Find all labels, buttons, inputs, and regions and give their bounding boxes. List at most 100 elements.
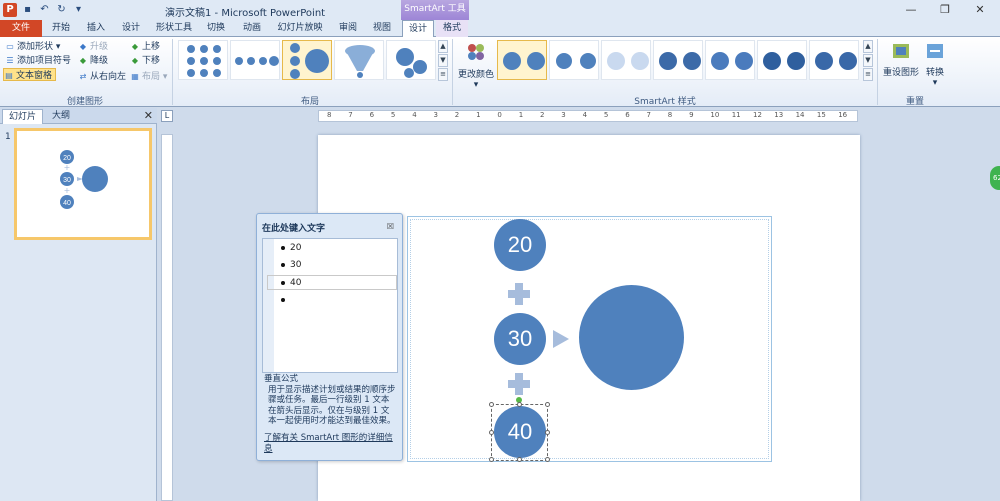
text-pane-item[interactable]: 20 xyxy=(281,241,301,256)
side-badge[interactable]: 62 xyxy=(990,166,1000,190)
resize-handle[interactable] xyxy=(489,402,494,407)
ribbon-tab-bar: 文件 开始 插入 设计 形状工具 切换 动画 幻灯片放映 审阅 视图 设计 格式 xyxy=(0,20,1000,38)
tab-outline[interactable]: 大纲 xyxy=(46,109,76,124)
resize-handle[interactable] xyxy=(545,457,550,462)
style-bevel-icon xyxy=(711,52,753,70)
redo-icon[interactable]: ↻ xyxy=(56,4,67,15)
style-gallery-item-4[interactable] xyxy=(653,40,703,80)
tab-file[interactable]: 文件 xyxy=(0,20,42,37)
layout-horizontal-equation-icon xyxy=(235,56,279,66)
resize-handle[interactable] xyxy=(489,430,494,435)
ruler-tick-label: 13 xyxy=(774,111,784,119)
style-gallery-more[interactable]: ≡ xyxy=(863,68,873,81)
text-pane-item[interactable]: 30 xyxy=(281,258,301,273)
text-pane-button[interactable]: ▤ 文本窗格 xyxy=(3,68,57,81)
resize-handle[interactable] xyxy=(517,457,522,462)
layout-gallery-item-2[interactable] xyxy=(230,40,280,80)
layout-gallery-item-5[interactable] xyxy=(386,40,436,80)
tab-view[interactable]: 视图 xyxy=(366,20,398,37)
minimize-icon[interactable]: — xyxy=(897,2,925,18)
slide-thumbnail-preview: 20 + 30 + 40 xyxy=(60,150,108,209)
smartart-node-20[interactable]: 20 xyxy=(494,219,546,271)
demote-icon: ◆ xyxy=(79,56,87,65)
reset-graphic-button[interactable]: 重设图形 xyxy=(880,40,922,78)
ruler-tick-label: 14 xyxy=(795,111,805,119)
promote-button[interactable]: ◆ 升级 xyxy=(78,40,108,53)
vertical-ruler[interactable] xyxy=(161,134,173,501)
thumb-value-1: 20 xyxy=(63,155,71,162)
layout-gallery-more[interactable]: ≡ xyxy=(438,68,448,81)
style-gallery-scroll-down[interactable]: ▼ xyxy=(863,54,873,67)
style-gallery-item-7[interactable] xyxy=(809,40,859,80)
right-to-left-button[interactable]: ⇄ 从右向左 xyxy=(78,70,126,83)
close-pane-icon[interactable]: ✕ xyxy=(144,109,153,122)
layout-gallery-item-vertical-equation[interactable] xyxy=(282,40,332,80)
tab-insert[interactable]: 插入 xyxy=(80,20,112,37)
learn-more-link[interactable]: 了解有关 SmartArt 图形的详细信息 xyxy=(264,433,396,454)
move-up-button[interactable]: ◆ 上移 xyxy=(130,40,160,53)
convert-button[interactable]: 转换 ▾ xyxy=(922,40,948,88)
tab-slideshow[interactable]: 幻灯片放映 xyxy=(272,20,328,37)
text-pane-editor[interactable]: 20 30 40 xyxy=(262,238,398,373)
ruler-tab-selector[interactable]: L xyxy=(161,110,173,122)
resize-handle[interactable] xyxy=(545,402,550,407)
thumb-value-3: 40 xyxy=(63,200,71,207)
add-bullet-button[interactable]: ☰ 添加项目符号 xyxy=(5,54,71,67)
tab-animations[interactable]: 动画 xyxy=(236,20,268,37)
style-gallery-item-2[interactable] xyxy=(549,40,599,80)
demote-button[interactable]: ◆ 降级 xyxy=(78,54,108,67)
tab-smartart-format[interactable]: 格式 xyxy=(436,20,468,37)
tab-shape-tools[interactable]: 形状工具 xyxy=(150,20,198,37)
tab-smartart-design[interactable]: 设计 xyxy=(402,20,434,38)
resize-handle[interactable] xyxy=(545,430,550,435)
powerpoint-app-icon[interactable]: P xyxy=(3,3,17,17)
move-up-icon: ◆ xyxy=(131,42,139,51)
style-gallery-item-5[interactable] xyxy=(705,40,755,80)
horizontal-ruler[interactable]: 8 7 6 5 4 3 2 1 0 1 2 3 4 5 6 7 8 9 10 11 12 13 14 15 16 xyxy=(318,110,858,122)
quick-access-toolbar: ▪ ↶ ↻ ▾ xyxy=(22,4,84,15)
text-pane-item[interactable] xyxy=(281,293,290,308)
layout-grid-icon xyxy=(187,45,221,77)
text-pane-close-icon[interactable]: ☒ xyxy=(387,222,394,231)
tab-home[interactable]: 开始 xyxy=(45,20,77,37)
text-pane-item-current[interactable]: 40 xyxy=(267,275,397,290)
tab-slides[interactable]: 幻灯片 xyxy=(2,109,44,124)
smartart-result-node[interactable] xyxy=(579,285,684,390)
save-icon[interactable]: ▪ xyxy=(22,4,33,15)
smartart-node-30[interactable]: 30 xyxy=(494,313,546,365)
style-gallery-item-1[interactable] xyxy=(497,40,547,80)
plus-connector-2 xyxy=(508,373,530,395)
style-gallery-item-6[interactable] xyxy=(757,40,807,80)
ruler-tick-label: 12 xyxy=(753,111,762,119)
customize-qat-icon[interactable]: ▾ xyxy=(73,4,84,15)
tab-transitions[interactable]: 切换 xyxy=(200,20,232,37)
layout-button[interactable]: ▦ 布局 ▾ xyxy=(130,70,167,83)
undo-icon[interactable]: ↶ xyxy=(39,4,50,15)
add-bullet-icon: ☰ xyxy=(6,56,14,65)
layout-gallery-scroll-down[interactable]: ▼ xyxy=(438,54,448,67)
text-pane-icon: ▤ xyxy=(5,71,13,80)
smartart-styles-group-label: SmartArt 样式 xyxy=(634,97,696,107)
maximize-icon[interactable]: ❐ xyxy=(931,2,959,18)
resize-handle[interactable] xyxy=(489,457,494,462)
ruler-tick-label: 15 xyxy=(816,111,826,119)
layout-gallery-scroll-up[interactable]: ▲ xyxy=(438,40,448,53)
slide-thumbnail[interactable]: 20 + 30 + 40 xyxy=(14,128,152,240)
text-pane-description: 垂直公式 用于显示描述计划或结果的顺序步骤或任务。最后一行级别 1 文本在箭头后… xyxy=(264,374,396,427)
smartart-tools-context-label: SmartArt 工具 xyxy=(401,0,469,20)
thumb-value-2: 30 xyxy=(63,177,71,184)
close-icon[interactable]: ✕ xyxy=(966,2,994,18)
right-to-left-icon: ⇄ xyxy=(79,72,87,81)
svg-text:+: + xyxy=(64,186,71,195)
tab-review[interactable]: 审阅 xyxy=(332,20,364,37)
add-shape-button[interactable]: ▭ 添加形状 ▾ xyxy=(5,40,60,53)
change-colors-button[interactable]: 更改颜色 ▾ xyxy=(456,40,496,90)
resize-handle[interactable] xyxy=(517,402,522,407)
style-gallery-item-3[interactable] xyxy=(601,40,651,80)
smartart-text-pane: 在此处键入文字 ☒ 20 30 40 垂直公式 用于显示描述计划或结果的顺序步骤… xyxy=(256,213,403,461)
layout-gallery-item-4[interactable] xyxy=(334,40,384,80)
layout-gallery-item-1[interactable] xyxy=(178,40,228,80)
style-gallery-scroll-up[interactable]: ▲ xyxy=(863,40,873,53)
tab-design[interactable]: 设计 xyxy=(115,20,147,37)
move-down-button[interactable]: ◆ 下移 xyxy=(130,54,160,67)
